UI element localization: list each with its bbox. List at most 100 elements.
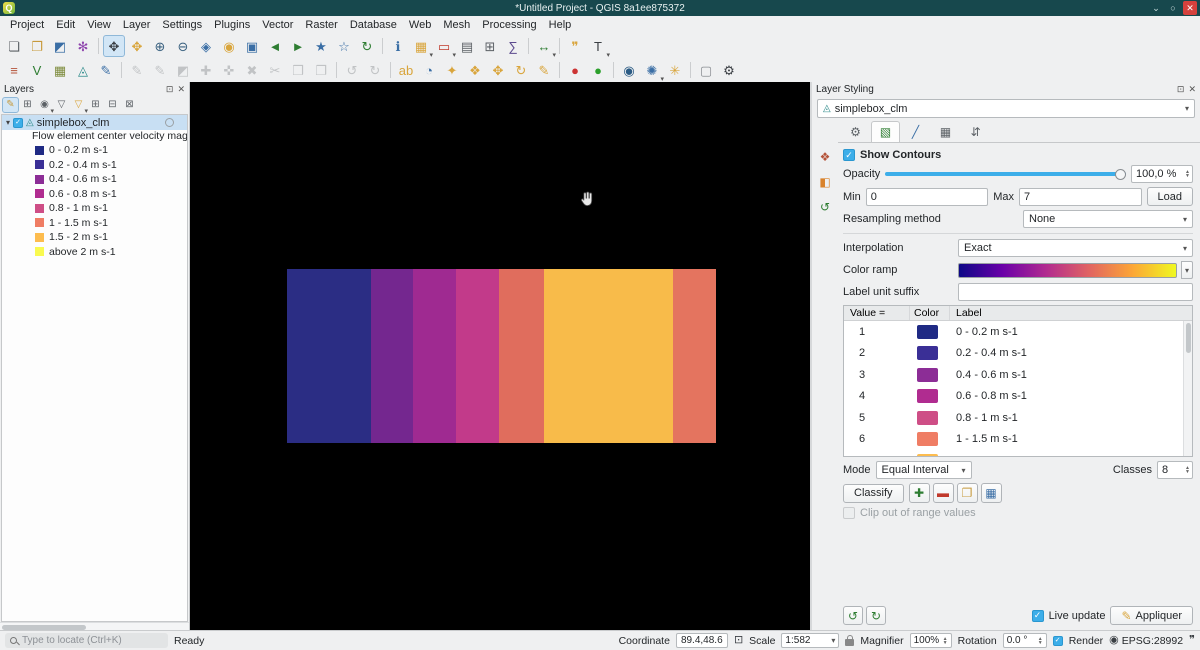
color-table-row[interactable]: 3 0.4 - 0.6 m s-1 [844, 364, 1192, 386]
settings-tab-icon[interactable]: ⚙ [841, 121, 870, 142]
menu-database[interactable]: Database [344, 18, 403, 32]
open-layer-styling-icon[interactable]: ✎ [2, 97, 19, 113]
menu-help[interactable]: Help [543, 18, 578, 32]
green-circle-icon[interactable]: ● [587, 59, 609, 81]
color-column-header[interactable]: Color [910, 306, 950, 320]
label-cell[interactable]: 1 - 1.5 m s-1 [950, 433, 1192, 445]
label-cell[interactable]: 0.8 - 1 m s-1 [950, 412, 1192, 424]
styling-layer-selector[interactable]: ◬ simplebox_clm ▾ [817, 99, 1195, 118]
color-cell[interactable] [910, 411, 950, 425]
layer-visibility-checkbox[interactable]: ✓ [13, 118, 23, 128]
extents-toggle-icon[interactable]: ⊡ [734, 635, 743, 646]
color-table-row[interactable]: 7 1.5 - 2 m s-1 [844, 450, 1192, 456]
close-panel-icon[interactable]: ✕ [177, 84, 185, 95]
locate-search-input[interactable]: Type to locate (Ctrl+K) [5, 633, 168, 648]
zoom-to-selection-icon[interactable]: ◉ [218, 35, 240, 57]
render-checkbox[interactable]: ✓ [1053, 636, 1063, 646]
resampling-method-combo[interactable]: None ▾ [1023, 210, 1193, 228]
menu-layer[interactable]: Layer [117, 18, 157, 32]
zoom-next-icon[interactable]: ► [287, 35, 309, 57]
legend-item[interactable]: 0.6 - 0.8 m s-1 [2, 187, 187, 202]
menu-plugins[interactable]: Plugins [208, 18, 256, 32]
label-cell[interactable]: 0.4 - 0.6 m s-1 [950, 369, 1192, 381]
classify-button[interactable]: Classify [843, 484, 904, 503]
value-cell[interactable]: 2 [844, 347, 910, 359]
open-project-icon[interactable]: ❐ [26, 35, 48, 57]
color-table-row[interactable]: 20.2 - 0.4 m s-1 [844, 343, 1192, 365]
color-cell[interactable] [910, 454, 950, 456]
live-update-checkbox[interactable]: ✓ [1032, 610, 1044, 622]
spin-arrows-icon[interactable]: ▲▼ [1185, 466, 1190, 474]
deselect-features-icon[interactable]: ▭▾ [433, 35, 455, 57]
expand-arrow-icon[interactable]: ▾ [6, 118, 10, 127]
show-bookmarks-icon[interactable]: ☆ [333, 35, 355, 57]
plugins-icon[interactable]: ✺▾ [641, 59, 663, 81]
apply-button[interactable]: ✎ Appliquer [1110, 606, 1193, 625]
add-vector-layer-icon[interactable]: V [26, 59, 48, 81]
new-project-icon[interactable]: ❏ [3, 35, 25, 57]
menu-view[interactable]: View [81, 18, 117, 32]
hscrollbar-thumb[interactable] [2, 625, 86, 630]
contours-tab-icon[interactable]: ▧ [871, 121, 900, 142]
legend-item[interactable]: 1 - 1.5 m s-1 [2, 216, 187, 231]
value-cell[interactable]: 5 [844, 412, 910, 424]
save-project-icon[interactable]: ◩ [49, 35, 71, 57]
menu-mesh[interactable]: Mesh [437, 18, 476, 32]
3d-view-tab-icon[interactable]: ◧ [815, 172, 835, 192]
classes-spinbox[interactable]: 8 ▲▼ [1157, 461, 1193, 479]
map-canvas[interactable] [190, 82, 810, 630]
spin-arrows-icon[interactable]: ▲▼ [1038, 637, 1043, 645]
legend-item[interactable]: 0.4 - 0.6 m s-1 [2, 172, 187, 187]
zoom-out-icon[interactable]: ⊖ [172, 35, 194, 57]
spin-arrows-icon[interactable]: ▲▼ [943, 637, 948, 645]
menu-processing[interactable]: Processing [476, 18, 542, 32]
opacity-slider-handle[interactable] [1115, 169, 1126, 180]
red-circle-icon[interactable]: ● [564, 59, 586, 81]
float-panel-icon[interactable]: ⊡ [166, 84, 174, 95]
statistical-summary-icon[interactable]: ∑ [502, 35, 524, 57]
identify-features-icon[interactable]: ℹ [387, 35, 409, 57]
value-cell[interactable]: 4 [844, 390, 910, 402]
menu-project[interactable]: Project [4, 18, 50, 32]
menu-raster[interactable]: Raster [299, 18, 343, 32]
close-panel-icon[interactable]: ✕ [1188, 84, 1196, 95]
manage-map-themes-icon[interactable]: ◉▾ [36, 97, 53, 113]
color-ramp-menu-arrow[interactable]: ▾ [1181, 261, 1193, 279]
zoom-full-extent-icon[interactable]: ◈ [195, 35, 217, 57]
color-cell[interactable] [910, 325, 950, 339]
color-cell[interactable] [910, 432, 950, 446]
rotate-label-icon[interactable]: ↻ [510, 59, 532, 81]
value-cell[interactable]: 6 [844, 433, 910, 445]
zoom-to-layer-icon[interactable]: ▣ [241, 35, 263, 57]
layers-hscrollbar[interactable] [0, 622, 189, 630]
label-column-header[interactable]: Label [950, 306, 1192, 320]
remove-value-icon[interactable]: ▬ [933, 483, 954, 503]
crs-button[interactable]: ◉ EPSG:28992 [1109, 635, 1183, 647]
load-color-map-icon[interactable]: ❐ [957, 483, 978, 503]
menu-web[interactable]: Web [403, 18, 437, 32]
label-cell[interactable]: 1.5 - 2 m s-1 [950, 455, 1192, 456]
text-annotation-icon[interactable]: T▾ [587, 35, 609, 57]
refresh-map-icon[interactable]: ↻ [356, 35, 378, 57]
color-cell[interactable] [910, 389, 950, 403]
color-cell[interactable] [910, 368, 950, 382]
max-input[interactable]: 7 [1019, 188, 1142, 206]
options-icon[interactable]: ⚙ [718, 59, 740, 81]
select-features-icon[interactable]: ▦▾ [410, 35, 432, 57]
map-tips-icon[interactable]: ❞ [564, 35, 586, 57]
style-undo-icon[interactable]: ↺ [843, 606, 863, 625]
field-calculator-icon[interactable]: ⊞ [479, 35, 501, 57]
label-unit-suffix-input[interactable] [958, 283, 1193, 301]
value-cell[interactable]: 7 [844, 455, 910, 456]
value-cell[interactable]: 3 [844, 369, 910, 381]
add-mesh-layer-icon[interactable]: ◬ [72, 59, 94, 81]
pan-map-icon[interactable]: ✥ [103, 35, 125, 57]
close-window-icon[interactable]: ✕ [1183, 1, 1197, 15]
maximize-window-icon[interactable]: ○ [1166, 1, 1180, 15]
scale-combo[interactable]: 1:582 ▾ [781, 633, 839, 648]
menu-edit[interactable]: Edit [50, 18, 81, 32]
load-button[interactable]: Load [1147, 187, 1193, 206]
pan-to-selection-icon[interactable]: ✥ [126, 35, 148, 57]
style-manager-icon[interactable]: ✻ [72, 35, 94, 57]
show-contours-checkbox[interactable]: ✓ [843, 149, 855, 161]
